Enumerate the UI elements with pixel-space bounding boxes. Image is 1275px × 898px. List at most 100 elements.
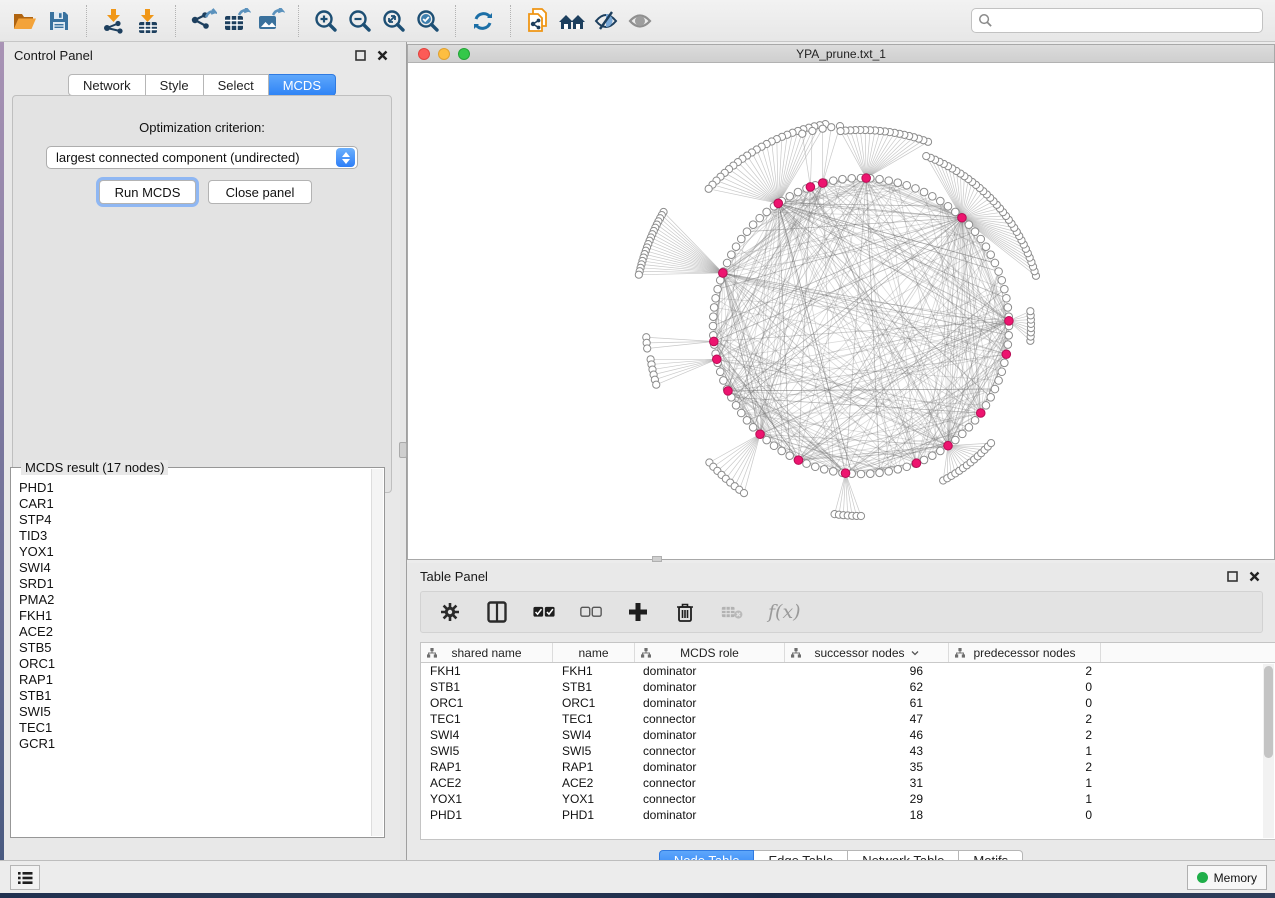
close-panel-icon[interactable] bbox=[1246, 568, 1262, 584]
ring-node[interactable] bbox=[987, 251, 995, 259]
horizontal-splitter-handle[interactable] bbox=[652, 556, 662, 562]
mcds-hub-node[interactable] bbox=[1002, 350, 1011, 359]
ring-node[interactable] bbox=[920, 188, 928, 196]
ring-node[interactable] bbox=[876, 469, 884, 477]
ring-node[interactable] bbox=[820, 466, 828, 474]
leaf-node[interactable] bbox=[837, 127, 844, 134]
mcds-hub-node[interactable] bbox=[958, 213, 967, 222]
deselect-all-rows-button[interactable] bbox=[580, 601, 602, 623]
ring-node[interactable] bbox=[866, 470, 874, 478]
ring-node[interactable] bbox=[709, 313, 717, 321]
zoom-selected-button[interactable] bbox=[411, 4, 445, 38]
close-panel-button[interactable]: Close panel bbox=[208, 180, 312, 204]
ring-node[interactable] bbox=[876, 175, 884, 183]
ring-node[interactable] bbox=[737, 235, 745, 243]
refresh-layout-button[interactable] bbox=[466, 4, 500, 38]
close-panel-icon[interactable] bbox=[374, 47, 390, 63]
ring-node[interactable] bbox=[763, 436, 771, 444]
eye-disabled-button[interactable] bbox=[623, 4, 657, 38]
ring-node[interactable] bbox=[749, 221, 757, 229]
ring-node[interactable] bbox=[763, 208, 771, 216]
ring-node[interactable] bbox=[995, 268, 1003, 276]
open-file-button[interactable] bbox=[8, 4, 42, 38]
ring-node[interactable] bbox=[971, 417, 979, 425]
table-row[interactable]: SWI5SWI5connector431 bbox=[421, 743, 1275, 759]
ring-node[interactable] bbox=[732, 243, 740, 251]
ring-node[interactable] bbox=[995, 377, 1003, 385]
table-scrollbar-thumb[interactable] bbox=[1264, 666, 1273, 758]
float-panel-icon[interactable] bbox=[352, 47, 368, 63]
mcds-result-item[interactable]: STB5 bbox=[19, 640, 371, 656]
ring-node[interactable] bbox=[794, 188, 802, 196]
ring-node[interactable] bbox=[743, 417, 751, 425]
ring-node[interactable] bbox=[1004, 304, 1012, 312]
ring-node[interactable] bbox=[944, 202, 952, 210]
ring-node[interactable] bbox=[928, 193, 936, 201]
ring-node[interactable] bbox=[971, 228, 979, 236]
mcds-result-item[interactable]: CAR1 bbox=[19, 496, 371, 512]
mcds-hub-node[interactable] bbox=[862, 174, 871, 183]
mcds-hub-node[interactable] bbox=[818, 179, 827, 188]
ring-node[interactable] bbox=[920, 456, 928, 464]
import-network-button[interactable] bbox=[97, 4, 131, 38]
leaf-node[interactable] bbox=[857, 512, 864, 519]
ring-node[interactable] bbox=[811, 463, 819, 471]
leaf-node[interactable] bbox=[705, 185, 712, 192]
optimization-criterion-dropdown[interactable]: largest connected component (undirected) bbox=[46, 146, 358, 169]
network-overview-button[interactable] bbox=[555, 4, 589, 38]
ring-node[interactable] bbox=[737, 409, 745, 417]
ring-node[interactable] bbox=[716, 368, 724, 376]
ring-node[interactable] bbox=[829, 177, 837, 185]
ring-node[interactable] bbox=[982, 243, 990, 251]
ring-node[interactable] bbox=[786, 193, 794, 201]
search-input[interactable] bbox=[993, 11, 1256, 31]
export-image-button[interactable] bbox=[254, 4, 288, 38]
vertical-splitter[interactable] bbox=[400, 42, 407, 860]
ring-node[interactable] bbox=[756, 214, 764, 222]
column-layout-button[interactable] bbox=[486, 601, 508, 623]
ring-node[interactable] bbox=[803, 460, 811, 468]
leaf-node[interactable] bbox=[923, 152, 930, 159]
ring-node[interactable] bbox=[710, 304, 718, 312]
mcds-hub-node[interactable] bbox=[756, 430, 765, 439]
mcds-result-item[interactable]: RAP1 bbox=[19, 672, 371, 688]
ring-node[interactable] bbox=[839, 175, 847, 183]
ring-node[interactable] bbox=[977, 235, 985, 243]
ring-node[interactable] bbox=[743, 228, 751, 236]
ring-node[interactable] bbox=[991, 259, 999, 267]
ring-node[interactable] bbox=[1005, 331, 1013, 339]
ring-node[interactable] bbox=[723, 259, 731, 267]
tab-network[interactable]: Network bbox=[68, 74, 146, 96]
tab-select[interactable]: Select bbox=[204, 74, 269, 96]
memory-button[interactable]: Memory bbox=[1187, 865, 1267, 890]
column-header-shared-name[interactable]: shared name bbox=[421, 643, 553, 662]
table-row[interactable]: STB1STB1dominator620 bbox=[421, 679, 1275, 695]
save-session-button[interactable] bbox=[42, 4, 76, 38]
ring-node[interactable] bbox=[952, 436, 960, 444]
mcds-result-item[interactable]: FKH1 bbox=[19, 608, 371, 624]
mcds-result-item[interactable]: GCR1 bbox=[19, 736, 371, 752]
ring-node[interactable] bbox=[894, 466, 902, 474]
network-canvas[interactable] bbox=[408, 63, 1274, 559]
ring-node[interactable] bbox=[965, 221, 973, 229]
table-scrollbar[interactable] bbox=[1263, 664, 1274, 838]
mcds-result-item[interactable]: SWI5 bbox=[19, 704, 371, 720]
mcds-hub-node[interactable] bbox=[806, 183, 815, 192]
ring-node[interactable] bbox=[998, 276, 1006, 284]
ring-node[interactable] bbox=[749, 424, 757, 432]
ring-node[interactable] bbox=[1003, 294, 1011, 302]
mcds-hub-node[interactable] bbox=[719, 269, 728, 278]
tab-mcds[interactable]: MCDS bbox=[269, 74, 336, 96]
ring-node[interactable] bbox=[991, 385, 999, 393]
clone-network-button[interactable] bbox=[521, 4, 555, 38]
tab-style[interactable]: Style bbox=[146, 74, 204, 96]
ring-node[interactable] bbox=[712, 294, 720, 302]
leaf-node[interactable] bbox=[644, 345, 651, 352]
ring-node[interactable] bbox=[903, 181, 911, 189]
leaf-node[interactable] bbox=[828, 124, 835, 131]
ring-node[interactable] bbox=[732, 402, 740, 410]
ring-node[interactable] bbox=[982, 402, 990, 410]
ring-node[interactable] bbox=[998, 368, 1006, 376]
mcds-result-item[interactable]: STP4 bbox=[19, 512, 371, 528]
mcds-hub-node[interactable] bbox=[712, 355, 721, 364]
